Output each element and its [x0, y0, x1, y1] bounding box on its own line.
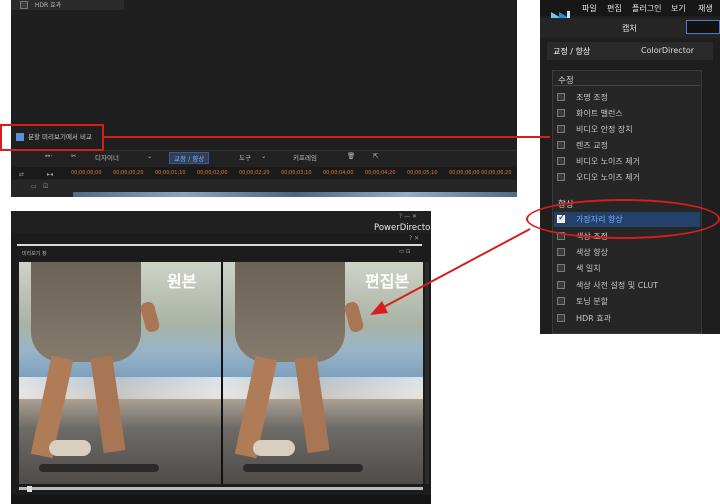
ruler-tick: 00;00;06;20	[481, 170, 512, 176]
effect-label: 오디오 노이즈 제거	[576, 173, 640, 182]
effect-item-color-presets[interactable]: 색상 사전 설정 및 CLUT	[554, 278, 700, 293]
hdr-effect-checkbox[interactable]	[20, 1, 28, 9]
effect-item-hdr[interactable]: HDR 효과	[554, 311, 700, 326]
scissors-icon[interactable]: ✂	[71, 152, 76, 160]
tools-button[interactable]: 도구	[239, 152, 251, 162]
trash-icon[interactable]: 🗑	[347, 152, 355, 160]
capture-button[interactable]: 캡처	[622, 23, 637, 34]
effect-item-color-match[interactable]: 색 일치	[554, 261, 700, 276]
ruler-tick: 00;00;04;20	[365, 170, 396, 176]
effect-label: 토닝 분할	[576, 297, 608, 306]
effect-checkbox[interactable]	[557, 141, 565, 149]
effect-label: 색 일치	[576, 264, 601, 273]
effect-checkbox[interactable]	[557, 264, 565, 272]
effect-label: HDR 효과	[576, 314, 611, 323]
effect-label: 비디오 안정 장치	[576, 125, 633, 134]
highlight-arrow	[370, 228, 531, 315]
settings-panel: 파일 편집 플러그인 보기 재생 캡처 교정 / 향상 ColorDirecto…	[540, 0, 720, 334]
original-half: 원본	[19, 262, 221, 484]
highlight-connector	[104, 136, 550, 138]
chevron-down-icon[interactable]: ⌄	[261, 152, 266, 160]
correction-enhance-button[interactable]: 교정 / 향상	[169, 152, 210, 164]
effect-item-audio-denoise[interactable]: 오디오 노이즈 제거	[554, 170, 700, 185]
effect-item-white-balance[interactable]: 화이트 밸런스	[554, 106, 700, 121]
track-checkbox[interactable]: ☑	[43, 183, 48, 190]
effect-item-video-denoise[interactable]: 비디오 노이즈 제거	[554, 154, 700, 169]
effect-checkbox[interactable]	[557, 281, 565, 289]
window-controls[interactable]: ? — ✕	[399, 213, 417, 220]
export-icon[interactable]: ⇱	[373, 152, 378, 160]
effect-checkbox[interactable]	[557, 248, 565, 256]
seek-handle[interactable]	[27, 486, 32, 492]
effect-item-color-enhance[interactable]: 색상 향상	[554, 245, 700, 260]
menu-edit[interactable]: 편집	[607, 3, 622, 14]
track-lock-icon[interactable]: ▸◂	[47, 171, 53, 178]
highlight-box	[0, 124, 104, 151]
effect-label: 색상 향상	[576, 248, 608, 257]
ruler-tick: 00;00;00;20	[113, 170, 144, 176]
ruler-tick: 00;00;01;10	[155, 170, 186, 176]
preview-title: 미리보기 창	[22, 251, 47, 257]
effect-checkbox[interactable]	[557, 297, 565, 305]
highlight-ellipse	[526, 199, 720, 239]
effect-item-lens[interactable]: 렌즈 교정	[554, 138, 700, 153]
menu-file[interactable]: 파일	[582, 3, 597, 14]
effect-checkbox[interactable]	[557, 93, 565, 101]
ruler-tick: 00;00;06;00	[449, 170, 480, 176]
monitor-icon[interactable]: ▭	[31, 183, 37, 190]
ruler-tick: 00;00;00;00	[71, 170, 102, 176]
menu-plugin[interactable]: 플러그인	[632, 3, 661, 14]
effect-checkbox[interactable]	[557, 173, 565, 181]
hdr-effect-label: HDR 효과	[34, 2, 62, 9]
effect-checkbox[interactable]	[557, 109, 565, 117]
keyframe-button[interactable]: 키프레임	[293, 152, 317, 162]
tab-colordirector[interactable]: ColorDirector	[641, 46, 694, 55]
ruler-tick: 00;00;05;10	[407, 170, 438, 176]
effect-label: 렌즈 교정	[576, 141, 608, 150]
effect-label: 조명 조정	[576, 93, 608, 102]
ruler-tick: 00;00;03;10	[281, 170, 312, 176]
editor-panel: HDR 효과 분할 미리보기에서 비교 ↔· ✂ 디자이너 ⌄ 교정 / 향상 …	[11, 0, 517, 197]
ruler-tick: 00;00;02;20	[239, 170, 270, 176]
menu-play[interactable]: 재생	[698, 3, 713, 14]
tab-correction-enhance[interactable]: 교정 / 향상	[553, 46, 590, 57]
effect-item-lighting[interactable]: 조명 조정	[554, 90, 700, 105]
original-label: 원본	[167, 272, 197, 291]
playback-controls	[11, 495, 431, 504]
effect-checkbox[interactable]	[557, 314, 565, 322]
ruler-tick: 00;00;04;00	[323, 170, 354, 176]
track-icon[interactable]: ⇄	[19, 171, 24, 178]
hdr-effect-row[interactable]: HDR 효과	[11, 0, 124, 10]
fit-icon[interactable]: ↔·	[45, 152, 53, 160]
effect-item-split-toning[interactable]: 토닝 분할	[554, 294, 700, 309]
designer-button[interactable]: 디자이너	[95, 152, 119, 162]
video-clip-thumbnails[interactable]	[73, 192, 517, 197]
seek-bar[interactable]	[19, 487, 423, 490]
ruler-tick: 00;00;02;00	[197, 170, 228, 176]
effect-label: 비디오 노이즈 제거	[576, 157, 640, 166]
effect-checkbox[interactable]	[557, 125, 565, 133]
capture-field[interactable]	[686, 20, 720, 34]
menu-view[interactable]: 보기	[671, 3, 686, 14]
effect-item-stabilizer[interactable]: 비디오 안정 장치	[554, 122, 700, 137]
effect-label: 색상 사전 설정 및 CLUT	[576, 281, 659, 290]
effect-label: 화이트 밸런스	[576, 109, 623, 118]
chevron-down-icon[interactable]: ⌄	[147, 152, 152, 160]
effect-checkbox[interactable]	[557, 157, 565, 165]
